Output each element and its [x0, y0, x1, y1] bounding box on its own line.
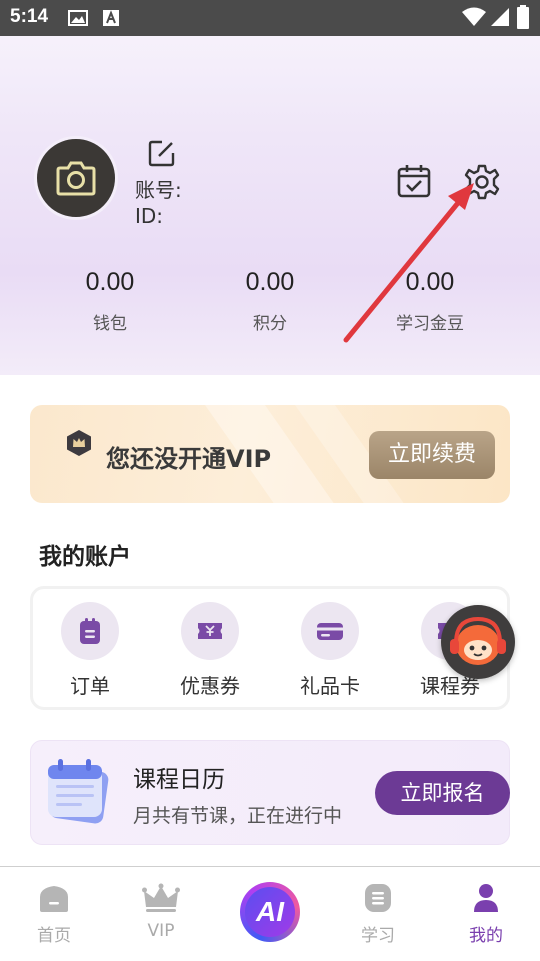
battery-icon	[517, 5, 529, 29]
account-item-label: 礼品卡	[300, 674, 360, 698]
ai-icon: AI	[245, 887, 295, 937]
id-label: ID:	[135, 204, 164, 228]
nav-label: 我的	[469, 926, 503, 946]
nav-label: 学习	[361, 926, 395, 946]
nav-vip[interactable]: VIP	[121, 883, 201, 941]
status-time: 5:14	[10, 6, 49, 27]
course-calendar-title: 课程日历	[133, 767, 225, 793]
account-item-coupon[interactable]: 优惠券	[170, 602, 250, 699]
calendar-icon[interactable]	[397, 164, 431, 198]
status-bar: 5:14	[0, 0, 540, 36]
account-label: 账号:	[135, 178, 182, 202]
image-notification-icon	[68, 10, 88, 26]
a-notification-icon	[103, 10, 119, 26]
profile-icon	[474, 884, 498, 912]
nav-profile[interactable]: 我的	[446, 883, 526, 946]
vip-crown-icon	[67, 430, 91, 456]
account-item-gift-card[interactable]: 礼品卡	[290, 602, 370, 699]
stat-wallet[interactable]: 0.00 钱包	[40, 268, 180, 334]
stat-points[interactable]: 0.00 积分	[200, 268, 340, 334]
stat-value: 0.00	[405, 268, 455, 296]
order-icon	[80, 618, 100, 644]
nav-home[interactable]: 首页	[14, 883, 94, 946]
floating-assistant-button[interactable]	[441, 605, 515, 679]
account-item-order[interactable]: 订单	[50, 602, 130, 699]
vip-banner[interactable]: 您还没开通VIP 立即续费	[30, 405, 510, 503]
nav-label: 首页	[37, 926, 71, 946]
coupon-icon	[198, 623, 222, 639]
home-icon	[40, 886, 68, 912]
settings-gear-icon[interactable]	[464, 164, 500, 200]
gift-card-icon	[317, 623, 343, 640]
assistant-mascot-icon	[450, 616, 506, 665]
nav-label: VIP	[147, 921, 175, 941]
edit-icon[interactable]	[148, 139, 176, 167]
course-calendar-subtitle: 月共有节课，正在进行中	[133, 805, 343, 827]
renew-vip-button[interactable]: 立即续费	[369, 431, 495, 479]
study-icon	[365, 884, 391, 912]
course-calendar-icon	[48, 759, 109, 824]
stat-label: 学习金豆	[396, 314, 464, 334]
account-item-label: 优惠券	[180, 674, 240, 698]
stat-label: 钱包	[93, 314, 127, 334]
order-icon-bg	[61, 602, 119, 660]
my-account-title: 我的账户	[39, 544, 131, 570]
stat-study-beans[interactable]: 0.00 学习金豆	[360, 268, 500, 334]
account-item-label: 订单	[70, 674, 110, 698]
cell-signal-icon	[491, 8, 509, 26]
coupon-icon-bg	[181, 602, 239, 660]
vip-status-text: 您还没开通VIP	[106, 445, 272, 473]
nav-study[interactable]: 学习	[338, 883, 418, 946]
avatar[interactable]	[34, 136, 118, 220]
stat-value: 0.00	[245, 268, 295, 296]
stat-value: 0.00	[85, 268, 135, 296]
nav-ai-button[interactable]: AI	[240, 882, 300, 942]
wifi-icon	[462, 7, 486, 26]
gift-card-icon-bg	[301, 602, 359, 660]
enroll-now-button[interactable]: 立即报名	[375, 771, 510, 815]
stat-label: 积分	[253, 314, 287, 334]
crown-icon	[142, 883, 180, 912]
camera-icon	[56, 161, 96, 196]
